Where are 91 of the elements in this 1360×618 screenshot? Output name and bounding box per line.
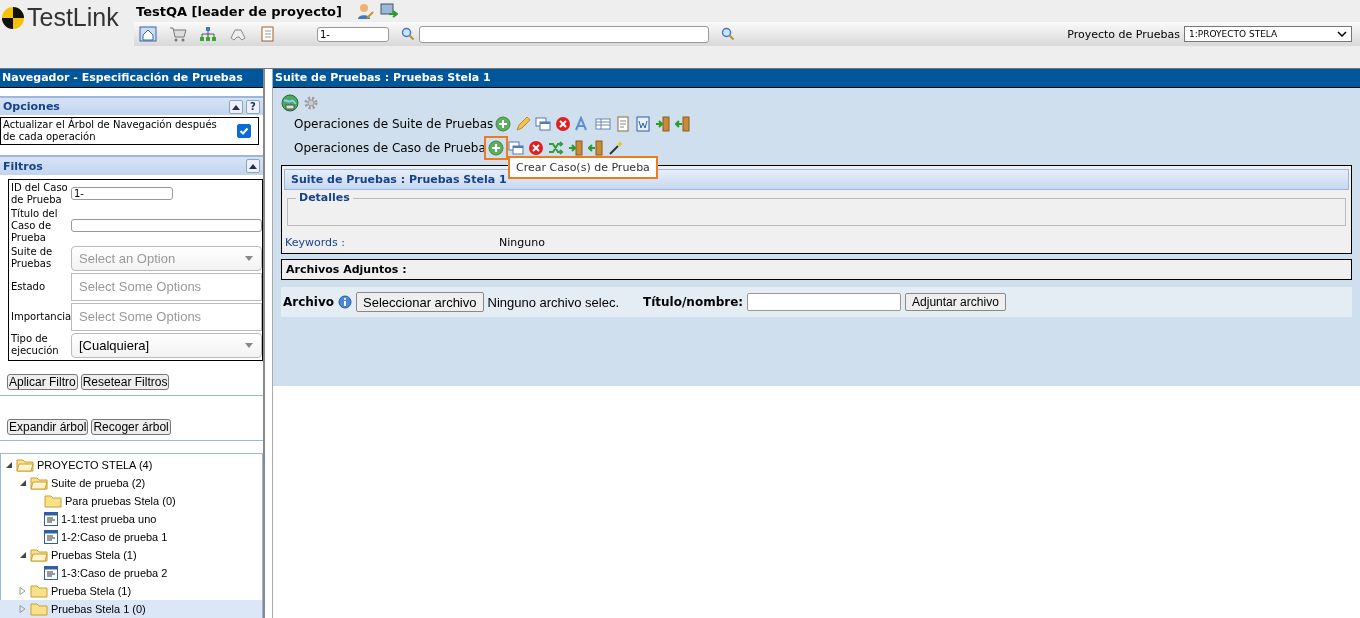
table-icon[interactable] — [595, 116, 612, 132]
attachments-title: Archivos Adjuntos : — [286, 263, 407, 276]
windows-icon[interactable] — [507, 140, 524, 156]
fieldset-legend: Detalles — [296, 191, 353, 204]
panel-title: Suite de Pruebas : Pruebas Stela 1 — [273, 69, 1360, 88]
delete-icon[interactable] — [555, 116, 572, 132]
collapse-icon[interactable] — [246, 159, 260, 174]
delete-icon[interactable] — [527, 140, 544, 156]
tree-item[interactable]: Pruebas Stela (1) — [19, 546, 262, 564]
filter-button[interactable]: Resetear Filtros — [80, 373, 170, 390]
cart-icon[interactable] — [169, 26, 187, 42]
choose-file-button[interactable]: Seleccionar archivo — [356, 292, 484, 312]
tree-item[interactable]: Prueba Stela (1) — [19, 582, 262, 600]
filter-label: Suite de Pruebas — [11, 246, 54, 271]
settings-icon[interactable] — [303, 95, 319, 111]
door-arrow-icon[interactable] — [567, 140, 584, 156]
dropdown-caret-icon[interactable] — [1337, 31, 1347, 37]
tree-item[interactable]: Para pruebas Stela (0) — [33, 492, 262, 510]
expand-arrow-icon[interactable] — [19, 605, 27, 613]
search-icon[interactable] — [401, 27, 415, 41]
folder-icon — [16, 458, 34, 472]
keywords-value: Ninguno — [499, 236, 545, 249]
user-edit-icon[interactable] — [356, 2, 374, 20]
name-label: Título/nombre: — [643, 295, 744, 309]
filter-field[interactable] — [71, 219, 262, 233]
shuffle-icon[interactable] — [547, 140, 564, 156]
test-case-icon — [44, 566, 58, 580]
filter-label: Importancia — [11, 310, 71, 323]
search-icon[interactable] — [721, 27, 735, 41]
logo-text: TestLink — [27, 3, 119, 32]
checkbox[interactable] — [237, 124, 251, 139]
test-case-icon — [44, 530, 58, 544]
panel-title: Navegador - Especificación de Pruebas — [0, 69, 263, 88]
test-case-id-field[interactable]: 1- — [317, 26, 389, 42]
tree-item[interactable]: 1-2:Caso de prueba 1 — [33, 528, 262, 546]
gamepad-icon[interactable] — [229, 26, 247, 42]
folder-icon — [30, 548, 48, 562]
search-field[interactable] — [419, 25, 709, 43]
collapse-icon[interactable] — [229, 99, 243, 114]
operations-label: Operaciones de Caso de Prueba — [294, 141, 486, 155]
tree-item[interactable]: Pruebas Stela 1 (0) — [0, 600, 262, 618]
project-label: Proyecto de Pruebas — [1067, 27, 1180, 41]
file-label: Archivo — [283, 295, 335, 309]
folder-icon — [30, 602, 48, 616]
tree-item[interactable]: 1-1:test prueba uno — [33, 510, 262, 528]
section-header: Opciones ? — [0, 96, 263, 116]
tree-item[interactable]: Suite de prueba (2) — [19, 474, 262, 492]
page-title: TestQA [leader de proyecto] — [136, 3, 342, 19]
door-arrow-icon[interactable] — [655, 116, 672, 132]
filter-field[interactable]: 1- — [71, 187, 173, 201]
folder-icon — [30, 584, 48, 598]
home-icon[interactable] — [139, 26, 157, 42]
attach-file-button[interactable]: Adjuntar archivo — [905, 293, 1006, 311]
globe-icon[interactable] — [281, 94, 299, 112]
test-case-icon — [44, 512, 58, 526]
notepad-icon[interactable] — [615, 116, 632, 132]
tree-button[interactable]: Recoger árbol — [91, 419, 171, 435]
tree-item[interactable]: PROYECTO STELA (4) — [5, 456, 262, 474]
section-header: Filtros — [0, 155, 263, 175]
project-dropdown[interactable]: 1:PROYECTO STELA — [1184, 26, 1352, 42]
windows-icon[interactable] — [535, 116, 552, 132]
magic-wand-icon[interactable] — [607, 140, 624, 156]
help-button[interactable]: ? — [246, 99, 260, 114]
filter-button[interactable]: Aplicar Filtro — [7, 373, 78, 390]
filter-label: Estado — [11, 280, 47, 293]
add-icon[interactable] — [495, 116, 512, 132]
folder-icon — [44, 494, 62, 508]
keywords-label[interactable]: Keywords : — [285, 236, 499, 249]
collapse-arrow-icon[interactable] — [19, 479, 27, 487]
expand-arrow-icon[interactable] — [19, 587, 27, 595]
tree-item[interactable]: 1-3:Caso de prueba 2 — [33, 564, 262, 582]
info-icon[interactable] — [338, 295, 353, 309]
monitor-arrow-icon[interactable] — [380, 2, 398, 20]
notebook-icon[interactable] — [259, 26, 275, 42]
pencil-icon[interactable] — [515, 116, 532, 132]
folder-icon — [30, 476, 48, 490]
door-arrow-icon[interactable] — [675, 116, 692, 132]
filter-label: Título del Caso de Prueba — [11, 207, 59, 244]
filter-dropdown[interactable]: [Cualquiera] — [71, 332, 262, 358]
collapse-arrow-icon[interactable] — [5, 461, 13, 469]
document-icon[interactable] — [635, 116, 652, 132]
filter-label: Tipo de ejecución — [11, 333, 60, 358]
filter-label: ID del Caso de Prueba — [11, 181, 69, 206]
logo-icon — [1, 5, 25, 30]
name-field[interactable] — [747, 293, 902, 311]
operations-label: Operaciones de Suite de Pruebas — [294, 117, 494, 131]
tree-button[interactable]: Expandir árbol — [7, 419, 89, 435]
option-label: Actualizar el Árbol de Navegación después de cada operación — [3, 119, 218, 144]
collapse-arrow-icon[interactable] — [19, 551, 27, 559]
file-status: Ninguno archivo selec. — [487, 294, 620, 310]
hierarchy-icon[interactable] — [199, 26, 217, 42]
